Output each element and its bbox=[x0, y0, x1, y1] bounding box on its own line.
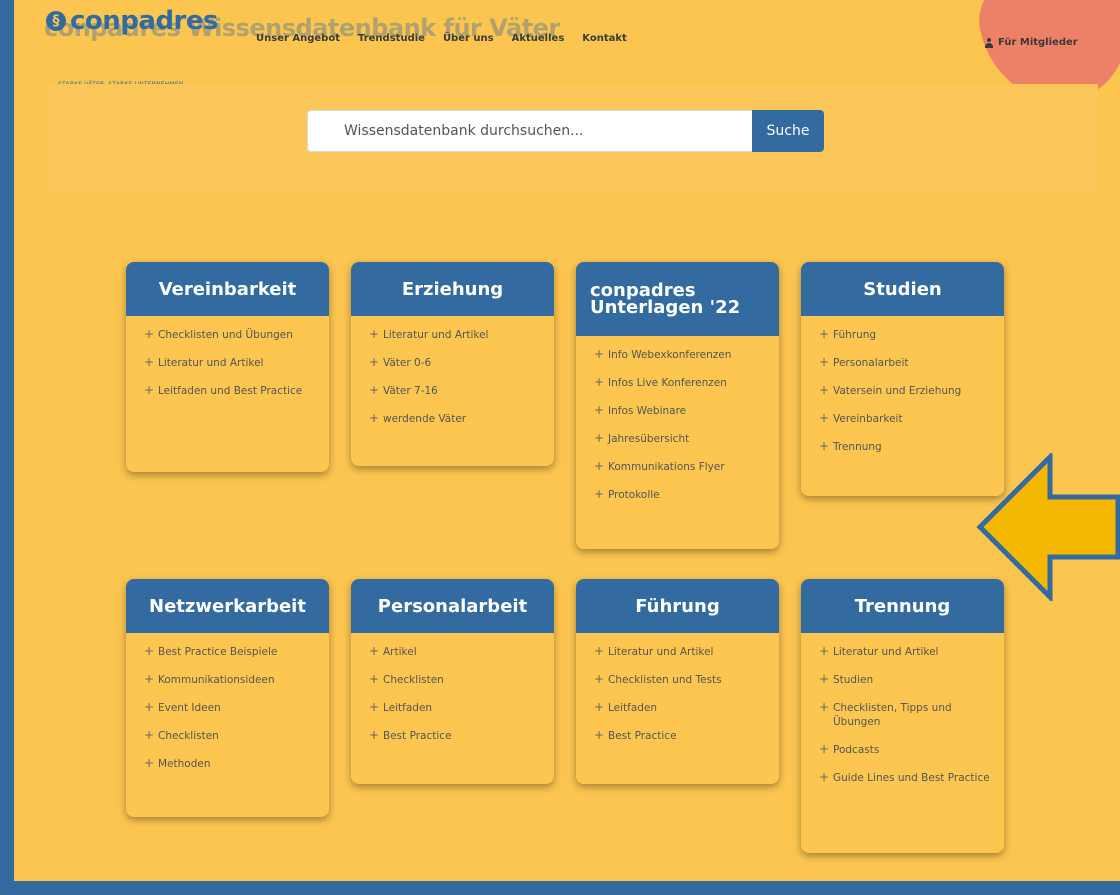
card-list: Literatur und Artikel Checklisten und Te… bbox=[576, 633, 779, 767]
card-link[interactable]: Event Ideen bbox=[144, 700, 315, 715]
card-title[interactable]: Trennung bbox=[801, 579, 1004, 633]
card-link[interactable]: Vatersein und Erziehung bbox=[819, 383, 990, 398]
card-list: Info Webexkonferenzen Infos Live Konfere… bbox=[576, 336, 779, 526]
card-link[interactable]: Studien bbox=[819, 672, 990, 687]
card-title[interactable]: Vereinbarkeit bbox=[126, 262, 329, 316]
member-login-label: Für Mitglieder bbox=[998, 37, 1078, 48]
card-link[interactable]: Methoden bbox=[144, 756, 315, 771]
category-card-conpadres-unterlagen: conpadres Unterlagen '22 Info Webexkonfe… bbox=[576, 262, 779, 549]
card-link[interactable]: Väter 0-6 bbox=[369, 355, 540, 370]
card-link[interactable]: Leitfaden bbox=[369, 700, 540, 715]
card-link[interactable]: Jahresübersicht bbox=[594, 431, 765, 446]
card-link[interactable]: Best Practice bbox=[369, 728, 540, 743]
card-title[interactable]: conpadres Unterlagen '22 bbox=[576, 262, 779, 336]
card-list: Literatur und Artikel Väter 0-6 Väter 7-… bbox=[351, 316, 554, 450]
card-link[interactable]: werdende Väter bbox=[369, 411, 540, 426]
card-title[interactable]: Netzwerkarbeit bbox=[126, 579, 329, 633]
card-link[interactable]: Best Practice Beispiele bbox=[144, 644, 315, 659]
card-list: Artikel Checklisten Leitfaden Best Pract… bbox=[351, 633, 554, 767]
card-link[interactable]: Infos Live Konferenzen bbox=[594, 375, 765, 390]
card-title[interactable]: Erziehung bbox=[351, 262, 554, 316]
card-link[interactable]: Vereinbarkeit bbox=[819, 411, 990, 426]
card-link[interactable]: Personalarbeit bbox=[819, 355, 990, 370]
nav-item-unser-angebot[interactable]: Unser Angebot bbox=[256, 33, 340, 44]
member-login-link[interactable]: Für Mitglieder bbox=[984, 37, 1078, 48]
card-link[interactable]: Artikel bbox=[369, 644, 540, 659]
card-link[interactable]: Protokolle bbox=[594, 487, 765, 502]
nav-item-ueber-uns[interactable]: Über uns bbox=[443, 33, 494, 44]
search-input[interactable]: Wissensdatenbank durchsuchen... bbox=[307, 110, 753, 152]
category-card-fuehrung: Führung Literatur und Artikel Checkliste… bbox=[576, 579, 779, 784]
card-link[interactable]: Literatur und Artikel bbox=[819, 644, 990, 659]
user-icon bbox=[984, 37, 994, 48]
card-link[interactable]: Literatur und Artikel bbox=[369, 327, 540, 342]
card-link[interactable]: Checklisten und Übungen bbox=[144, 327, 315, 342]
category-card-vereinbarkeit: Vereinbarkeit Checklisten und Übungen Li… bbox=[126, 262, 329, 472]
card-link[interactable]: Leitfaden und Best Practice bbox=[144, 383, 315, 398]
card-list: Literatur und Artikel Studien Checkliste… bbox=[801, 633, 1004, 809]
left-arrow-icon bbox=[976, 453, 1120, 601]
nav-item-trendstudie[interactable]: Trendstudie bbox=[358, 33, 425, 44]
logo[interactable]: § conpadres bbox=[46, 6, 218, 36]
card-link[interactable]: Führung bbox=[819, 327, 990, 342]
card-link[interactable]: Kommunikationsideen bbox=[144, 672, 315, 687]
card-title[interactable]: Führung bbox=[576, 579, 779, 633]
card-link[interactable]: Guide Lines und Best Practice bbox=[819, 770, 990, 785]
card-list: Checklisten und Übungen Literatur und Ar… bbox=[126, 316, 329, 422]
card-title[interactable]: Personalarbeit bbox=[351, 579, 554, 633]
card-link[interactable]: Checklisten und Tests bbox=[594, 672, 765, 687]
search-button[interactable]: Suche bbox=[752, 110, 824, 152]
card-link[interactable]: Trennung bbox=[819, 439, 990, 454]
card-link[interactable]: Best Practice bbox=[594, 728, 765, 743]
category-card-studien: Studien Führung Personalarbeit Vatersein… bbox=[801, 262, 1004, 496]
nav-item-aktuelles[interactable]: Aktuelles bbox=[512, 33, 565, 44]
card-title[interactable]: Studien bbox=[801, 262, 1004, 316]
category-card-trennung: Trennung Literatur und Artikel Studien C… bbox=[801, 579, 1004, 853]
card-link[interactable]: Literatur und Artikel bbox=[594, 644, 765, 659]
category-card-netzwerkarbeit: Netzwerkarbeit Best Practice Beispiele K… bbox=[126, 579, 329, 817]
card-link[interactable]: Infos Webinare bbox=[594, 403, 765, 418]
card-link[interactable]: Kommunikations Flyer bbox=[594, 459, 765, 474]
page-frame-bottom bbox=[0, 881, 1120, 895]
logo-text: conpadres bbox=[70, 6, 218, 36]
category-card-erziehung: Erziehung Literatur und Artikel Väter 0-… bbox=[351, 262, 554, 466]
nav-item-kontakt[interactable]: Kontakt bbox=[582, 33, 627, 44]
card-link[interactable]: Podcasts bbox=[819, 742, 990, 757]
card-link[interactable]: Literatur und Artikel bbox=[144, 355, 315, 370]
logo-mark-icon: § bbox=[46, 11, 66, 31]
card-link[interactable]: Checklisten, Tipps und Übungen bbox=[819, 700, 990, 729]
main-nav: Unser Angebot Trendstudie Über uns Aktue… bbox=[256, 33, 645, 44]
card-link[interactable]: Väter 7-16 bbox=[369, 383, 540, 398]
card-list: Best Practice Beispiele Kommunikationsid… bbox=[126, 633, 329, 795]
card-list: Führung Personalarbeit Vatersein und Erz… bbox=[801, 316, 1004, 478]
card-link[interactable]: Checklisten bbox=[144, 728, 315, 743]
card-link[interactable]: Info Webexkonferenzen bbox=[594, 347, 765, 362]
card-link[interactable]: Leitfaden bbox=[594, 700, 765, 715]
card-link[interactable]: Checklisten bbox=[369, 672, 540, 687]
category-card-personalarbeit: Personalarbeit Artikel Checklisten Leitf… bbox=[351, 579, 554, 784]
